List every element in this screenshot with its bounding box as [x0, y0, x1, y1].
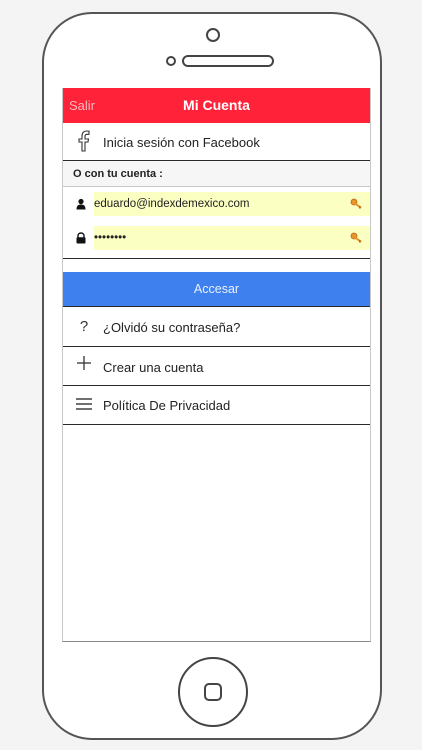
forgot-password-label: ¿Olvidó su contraseña? [103, 320, 241, 335]
key-autofill-icon[interactable] [350, 198, 364, 210]
password-field-row [63, 222, 370, 254]
email-field-row [63, 188, 370, 220]
home-button[interactable] [178, 657, 248, 727]
question-icon: ? [79, 318, 89, 335]
front-camera [206, 28, 220, 42]
form-divider [63, 258, 370, 273]
plus-icon [73, 355, 95, 376]
app-screen: Salir Mi Cuenta Inicia sesión con Facebo… [62, 88, 371, 642]
password-input[interactable] [94, 226, 370, 250]
user-icon [76, 198, 86, 210]
home-square-icon [204, 683, 222, 701]
create-account-label: Crear una cuenta [103, 360, 204, 375]
facebook-login-label: Inicia sesión con Facebook [103, 135, 260, 150]
facebook-icon [73, 130, 95, 157]
facebook-login-button[interactable]: Inicia sesión con Facebook [63, 123, 370, 161]
privacy-policy-label: Política De Privacidad [103, 398, 231, 413]
key-autofill-icon[interactable] [350, 232, 364, 244]
login-button[interactable]: Accesar [63, 272, 370, 307]
navigation-bar: Salir Mi Cuenta [63, 88, 370, 123]
proximity-sensor [166, 56, 176, 66]
account-section-title: O con tu cuenta : [73, 168, 163, 180]
privacy-policy-row[interactable]: Política De Privacidad [63, 386, 370, 425]
menu-icon [73, 397, 95, 416]
lock-icon [76, 232, 86, 244]
email-input[interactable] [94, 192, 370, 216]
page-title: Mi Cuenta [183, 97, 250, 113]
earpiece-speaker [182, 55, 274, 67]
account-section-header: O con tu cuenta : [63, 161, 370, 187]
create-account-row[interactable]: Crear una cuenta [63, 347, 370, 386]
forgot-password-row[interactable]: ? ¿Olvidó su contraseña? [63, 307, 370, 347]
